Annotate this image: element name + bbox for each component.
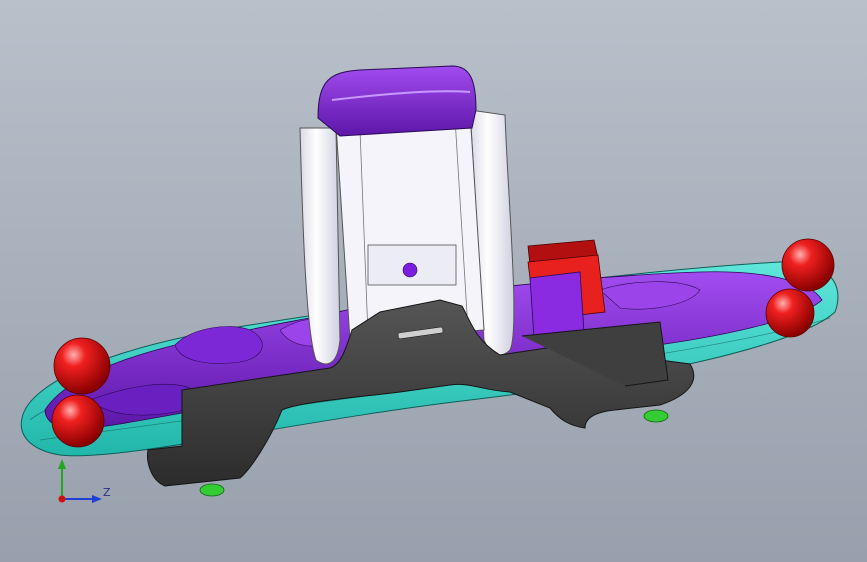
orientation-triad: Z: [58, 459, 111, 503]
origin-point: [58, 495, 66, 503]
y-axis-arrowhead: [58, 459, 66, 469]
purple-cap[interactable]: [317, 65, 477, 137]
3d-model-view[interactable]: [0, 0, 867, 562]
z-axis-arrowhead: [92, 495, 102, 503]
z-axis-label: Z: [103, 486, 111, 499]
graphics-viewport[interactable]: Z: [0, 0, 867, 562]
